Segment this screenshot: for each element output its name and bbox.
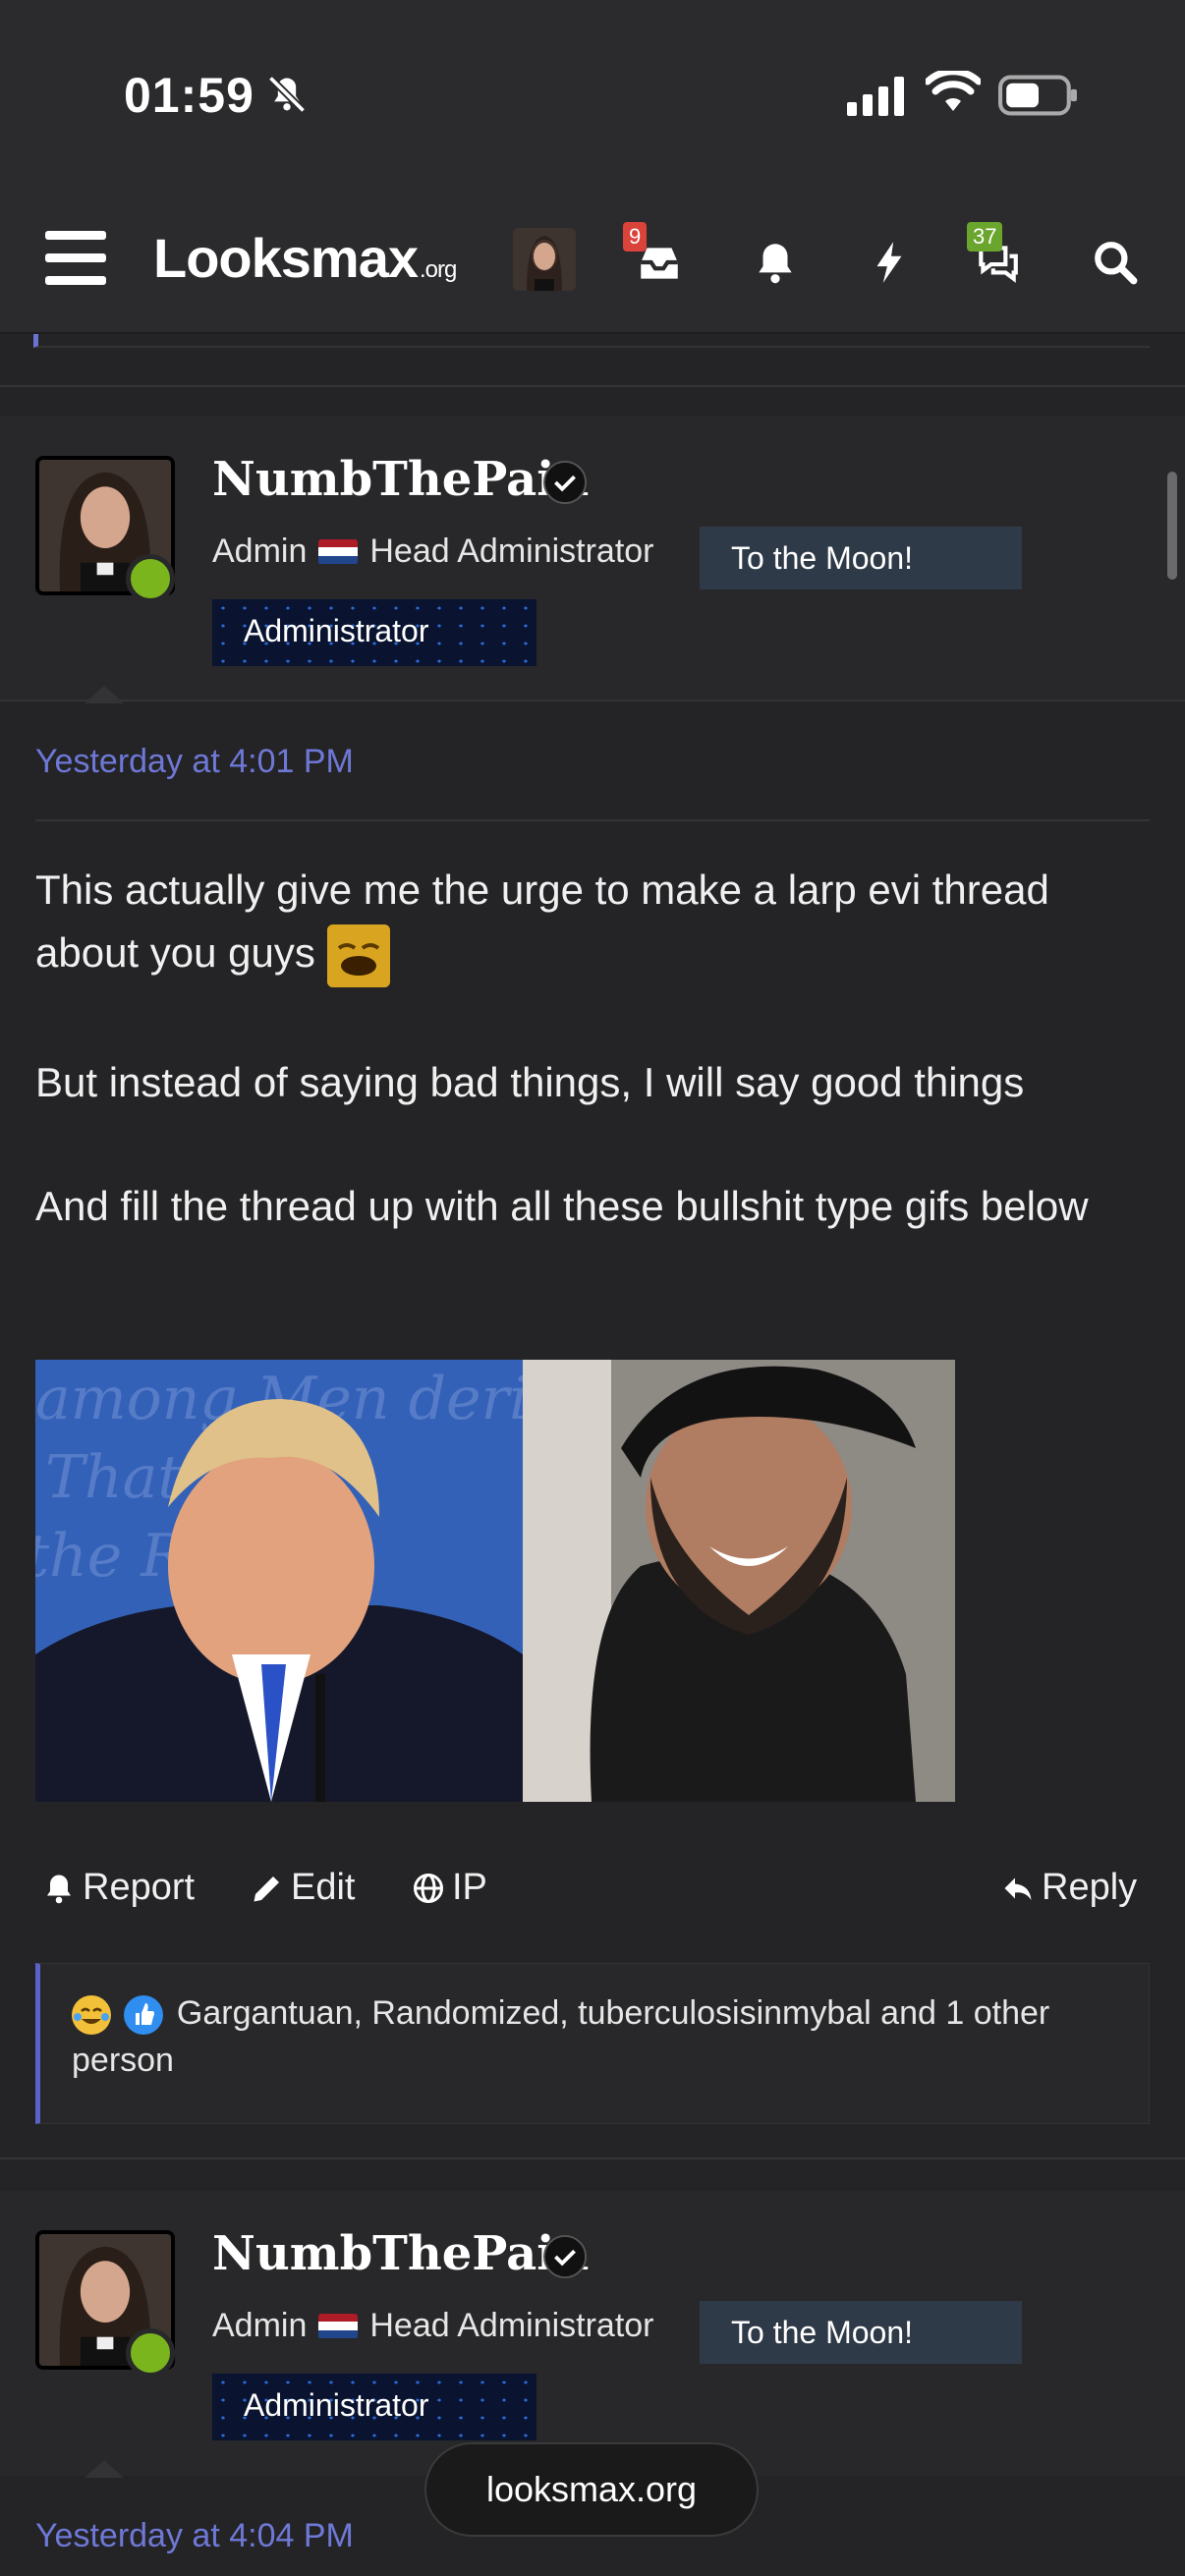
role-label: Admin [212,2307,308,2344]
post-timestamp[interactable]: Yesterday at 4:04 PM [35,2517,354,2555]
title-label: Head Administrator [369,532,654,570]
gif-image-left[interactable]: among Men deriThat anthe Ri e Pe [35,1360,523,1802]
browser-url-pill[interactable]: looksmax.org [424,2442,759,2537]
title-label: Head Administrator [369,2307,654,2344]
chat-badge: 37 [967,222,1003,252]
search-icon[interactable] [1091,238,1140,287]
pencil-icon [254,1876,279,1901]
post-author-block: NumbThePain Admin Head Administrator To … [0,2191,1185,2478]
online-status-indicator [126,2328,175,2378]
divider [0,2157,1185,2159]
author-role-line: Admin Head Administrator [212,2307,654,2345]
user-banner-moon: To the Moon! [700,527,1022,589]
divider [35,819,1150,821]
author-role-line: Admin Head Administrator [212,532,654,571]
battery-icon [998,75,1077,116]
post-timestamp[interactable]: Yesterday at 4:01 PM [35,743,354,781]
reactions-bar[interactable]: Gargantuan, Randomized, tuberculosisinmy… [35,1963,1150,2124]
site-logo[interactable]: Looksmax.org [153,226,457,290]
divider [0,700,1185,701]
thumbs-up-icon [124,1995,164,2036]
reply-button[interactable]: Reply [1000,1867,1137,1909]
reactions-text: Gargantuan, Randomized, tuberculosisinmy… [72,1994,1050,2079]
previous-post-quote-edge [33,334,1150,348]
scrollbar[interactable] [1167,472,1177,580]
lightning-icon[interactable] [865,238,914,287]
user-avatar[interactable] [513,228,576,291]
author-username[interactable]: NumbThePain [212,452,589,507]
cellular-signal-icon [847,77,904,116]
app-header: Looksmax.org 9 37 [0,187,1185,334]
reply-icon [1004,1877,1032,1900]
post-paragraph: But instead of saying bad things, I will… [35,1059,1025,1105]
author-username[interactable]: NumbThePain [212,2226,589,2281]
wifi-icon [926,71,981,111]
post-paragraph: This actually give me the urge to make a… [35,859,1156,987]
ip-button[interactable]: IP [411,1867,487,1909]
inbox-badge: 9 [623,222,648,252]
post-notch [85,2460,124,2478]
user-banner-admin: Administrator [212,599,536,666]
verified-check-icon [542,2234,588,2279]
post-paragraph: And fill the thread up with all these bu… [35,1183,1089,1229]
edit-button[interactable]: Edit [250,1867,355,1909]
post-author-block: NumbThePain Admin Head Administrator To … [0,417,1185,703]
role-label: Admin [212,532,308,570]
crying-laugh-emoji-icon [72,1995,111,2036]
user-banner-admin: Administrator [212,2374,536,2440]
menu-icon[interactable] [45,231,106,286]
status-bar: 01:59 [0,0,1185,187]
bell-slash-icon [267,75,307,114]
bell-icon[interactable] [751,238,800,287]
netherlands-flag-icon [318,2313,359,2339]
laughing-emoji-icon [326,924,390,987]
bell-icon [47,1875,71,1903]
online-status-indicator [126,554,175,603]
verified-check-icon [542,460,588,505]
user-banner-moon: To the Moon! [700,2301,1022,2364]
gif-image-right[interactable] [523,1360,955,1802]
divider [0,385,1185,387]
report-button[interactable]: Report [41,1867,195,1909]
globe-icon [414,1873,443,1903]
status-time: 01:59 [124,68,254,123]
post-actions: Report Edit IP Reply [35,1867,1150,1926]
netherlands-flag-icon [318,538,359,565]
